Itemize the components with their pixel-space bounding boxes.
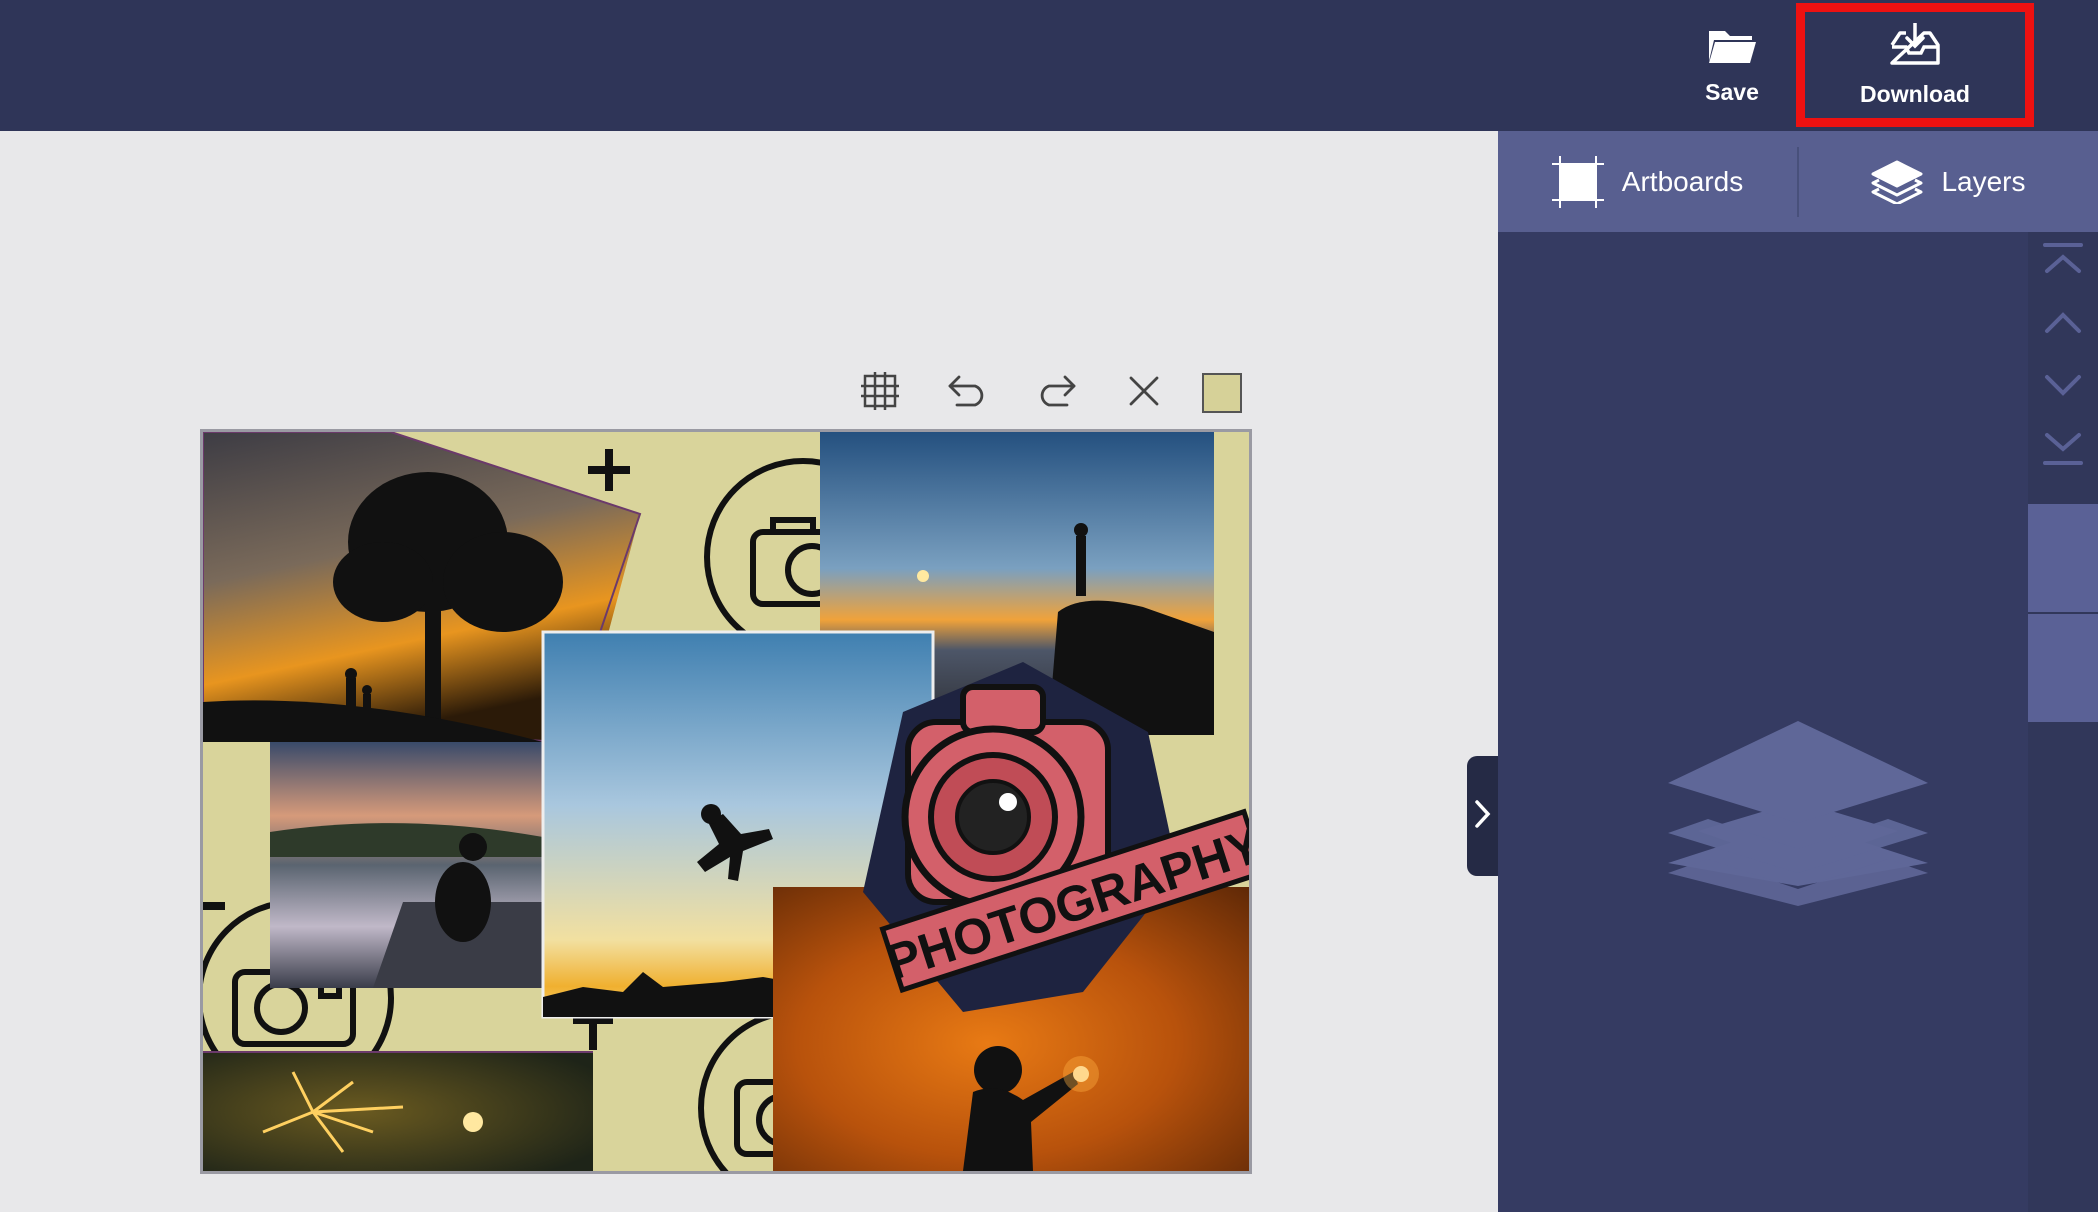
bring-to-front-button[interactable] xyxy=(2028,232,2098,294)
top-bar: Save Download xyxy=(0,0,2098,131)
layer-slot[interactable] xyxy=(2028,504,2098,612)
layer-slot[interactable] xyxy=(2028,614,2098,722)
close-button[interactable] xyxy=(1120,370,1168,416)
side-panel: Artboards Layers xyxy=(1498,131,2098,1212)
panel-tabs: Artboards Layers xyxy=(1498,131,2098,232)
artboard-icon xyxy=(1551,155,1604,208)
close-icon xyxy=(1127,374,1161,413)
download-label: Download xyxy=(1860,80,1970,107)
download-icon xyxy=(1888,20,1942,73)
move-up-button[interactable] xyxy=(2028,294,2098,356)
save-label: Save xyxy=(1705,79,1759,105)
undo-button[interactable] xyxy=(944,370,992,416)
tab-layers-label: Layers xyxy=(1941,165,2026,197)
save-button[interactable]: Save xyxy=(1672,0,1792,131)
layers-icon xyxy=(1871,160,1923,204)
move-down-icon xyxy=(2041,363,2085,412)
move-down-button[interactable] xyxy=(2028,356,2098,418)
send-to-back-button[interactable] xyxy=(2028,418,2098,480)
grid-button[interactable] xyxy=(856,370,904,416)
redo-icon xyxy=(1035,374,1077,413)
canvas-toolbar xyxy=(856,370,1242,416)
folder-icon xyxy=(1706,25,1758,71)
artboard[interactable]: PHOTOGRAPHY xyxy=(200,429,1252,1174)
tab-layers[interactable]: Layers xyxy=(1799,131,2098,232)
tab-artboards-label: Artboards xyxy=(1621,165,1744,197)
download-button[interactable]: Download xyxy=(1796,3,2034,127)
background-color-swatch[interactable] xyxy=(1202,373,1242,413)
bring-to-front-icon xyxy=(2041,239,2085,288)
redo-button[interactable] xyxy=(1032,370,1080,416)
grid-icon xyxy=(860,371,900,416)
collage-canvas: PHOTOGRAPHY xyxy=(203,432,1249,1171)
undo-icon xyxy=(947,374,989,413)
chevron-right-icon xyxy=(1474,799,1492,834)
empty-layers-icon xyxy=(1668,721,1928,911)
tab-artboards[interactable]: Artboards xyxy=(1498,131,1797,232)
panel-toggle-button[interactable] xyxy=(1467,756,1499,876)
layer-order-strip xyxy=(2028,232,2098,1212)
send-to-back-icon xyxy=(2041,425,2085,474)
move-up-icon xyxy=(2041,301,2085,350)
